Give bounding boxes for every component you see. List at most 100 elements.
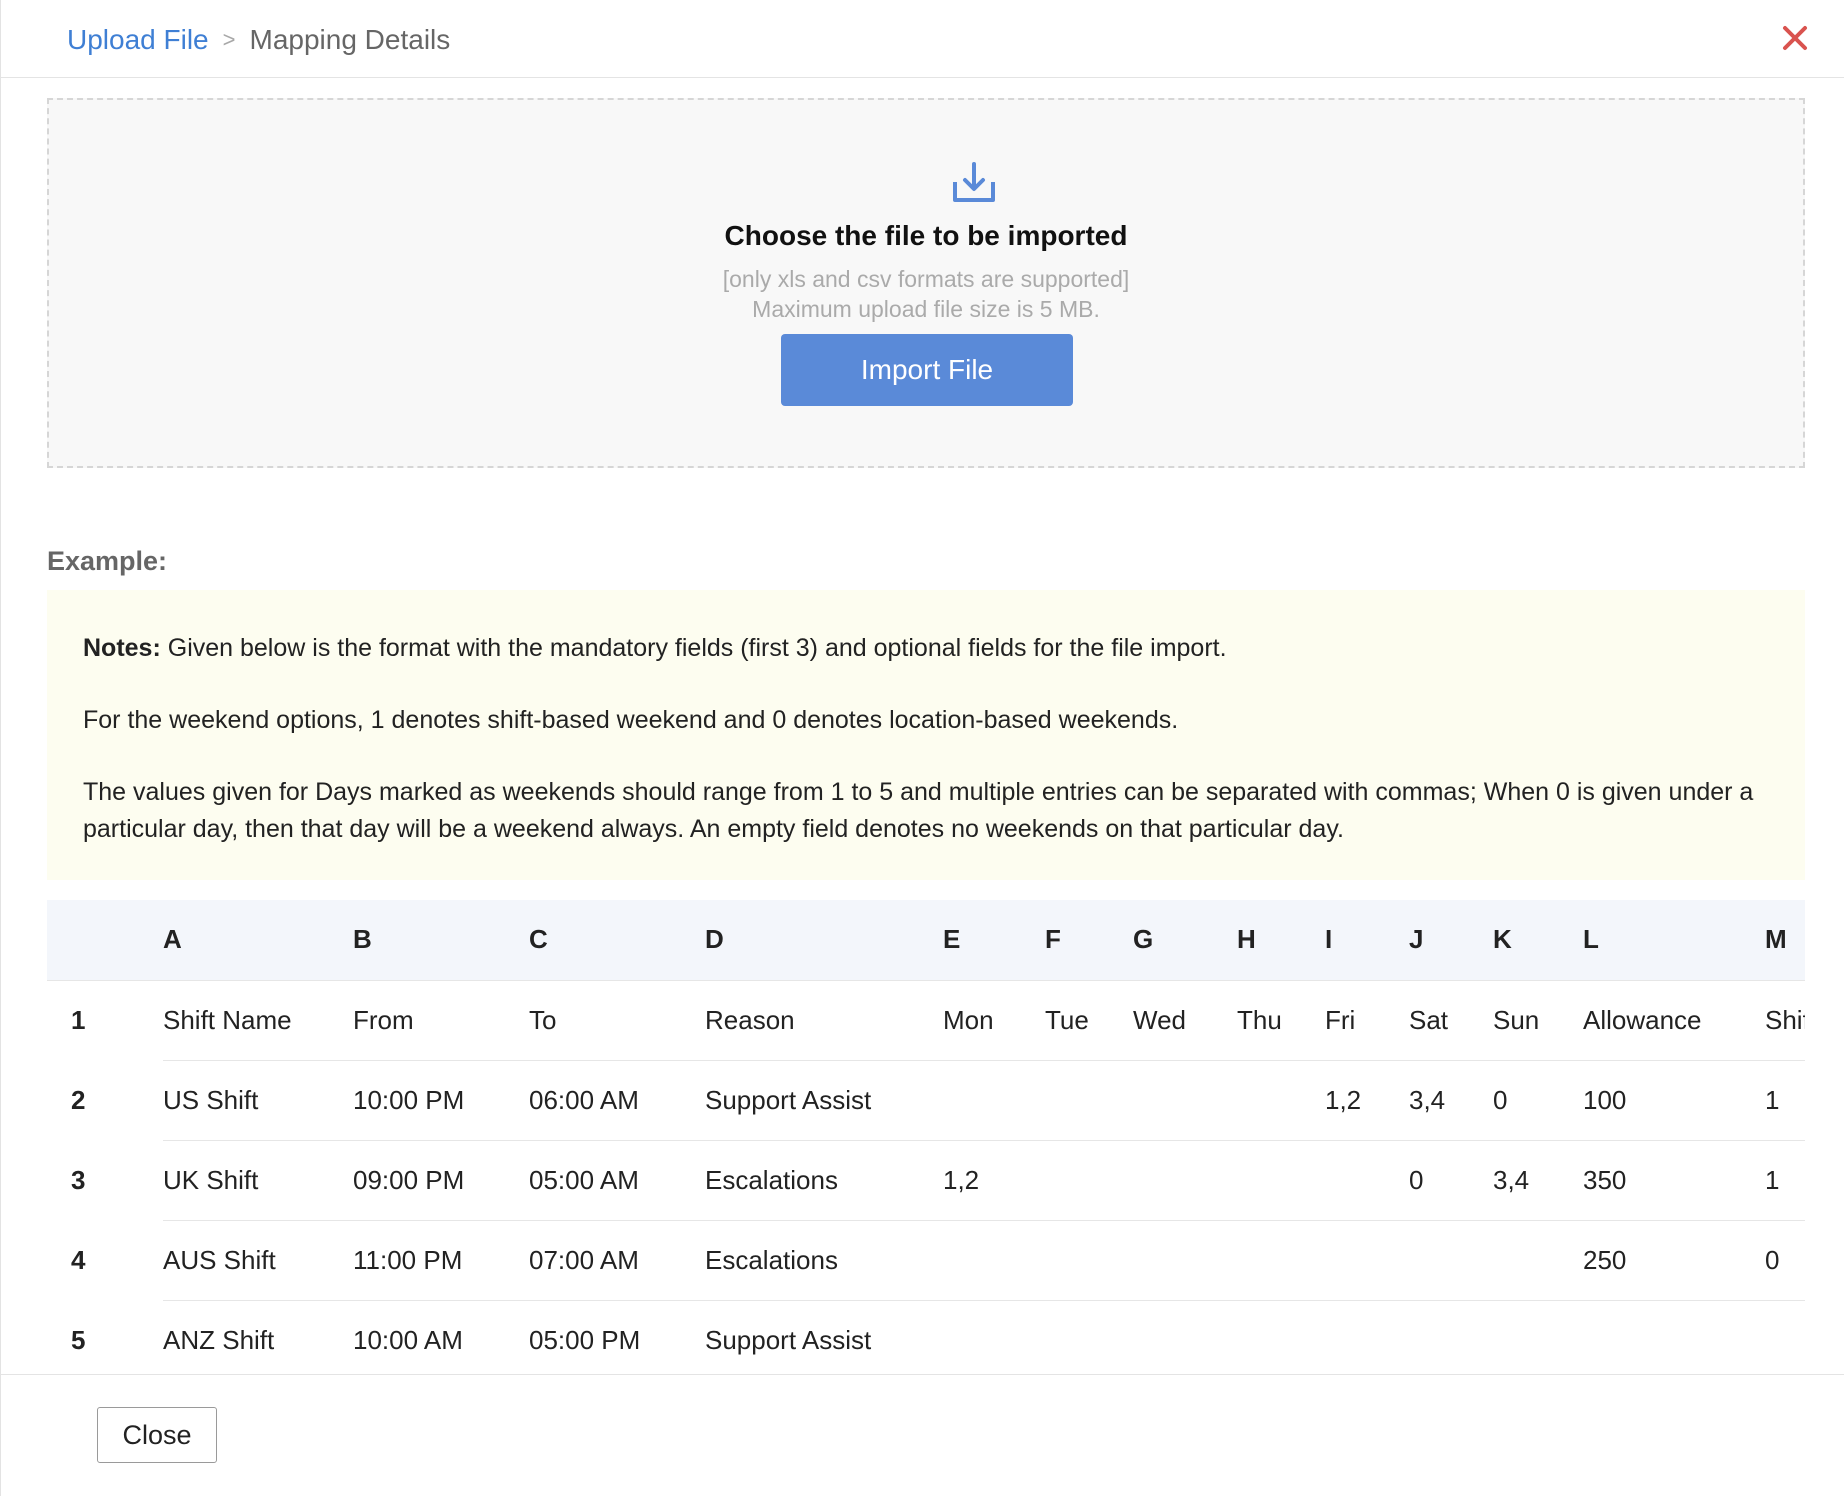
dialog-footer: Close — [1, 1374, 1844, 1496]
table-cell: To — [529, 979, 705, 1060]
table-cell: 07:00 AM — [529, 1219, 705, 1300]
table-cell: Escalations — [705, 1139, 943, 1220]
import-file-button[interactable]: Import File — [781, 334, 1073, 406]
breadcrumb-upload-file-link[interactable]: Upload File — [67, 24, 209, 56]
table-cell — [943, 1219, 1045, 1300]
table-cell — [1133, 1139, 1237, 1220]
table-cell — [1045, 1139, 1133, 1220]
max-size-hint: Maximum upload file size is 5 MB. — [752, 296, 1100, 322]
table-cell: 05:00 AM — [529, 1139, 705, 1220]
table-cell — [1133, 1219, 1237, 1300]
table-cell: UK Shift — [163, 1139, 353, 1220]
dialog-header: Upload File > Mapping Details — [1, 0, 1844, 78]
note-weekend-options: For the weekend options, 1 denotes shift… — [83, 706, 1179, 734]
table-cell: 100 — [1583, 1059, 1765, 1140]
table-cell: Support Assist — [705, 1299, 943, 1374]
table-cell: Thu — [1237, 979, 1325, 1060]
table-cell — [1045, 1299, 1133, 1374]
example-heading: Example: — [47, 546, 168, 576]
column-header: J — [1409, 924, 1424, 955]
row-number: 1 — [47, 979, 163, 1060]
table-cell: Tue — [1045, 979, 1133, 1060]
table-cell — [1133, 1059, 1237, 1140]
example-table-container[interactable]: A B C D E F G H I J K L M 1 Shift Name F… — [47, 900, 1805, 1374]
table-cell: Sat — [1409, 979, 1493, 1060]
row-number: 3 — [71, 1164, 86, 1195]
column-header: L — [1583, 924, 1599, 955]
table-cell: AUS Shift — [163, 1219, 353, 1300]
row-number: 4 — [71, 1244, 86, 1275]
table-cell: 1 — [1765, 1139, 1805, 1220]
note-1-text: Given below is the format with the manda… — [160, 634, 1227, 662]
table-cell — [1237, 1219, 1325, 1300]
table-cell — [1409, 1219, 1493, 1300]
table-row: 1 Shift Name From To Reason Mon Tue Wed … — [47, 979, 1805, 1060]
table-cell — [1325, 1139, 1409, 1220]
row-number: 5 — [71, 1324, 86, 1355]
table-row: 3 UK Shift 09:00 PM 05:00 AM Escalations… — [47, 1139, 1805, 1220]
table-cell: Escalations — [705, 1219, 943, 1300]
table-cell: 0 — [1765, 1219, 1805, 1300]
breadcrumb-separator: > — [222, 27, 236, 52]
file-dropzone[interactable]: Choose the file to be imported [only xls… — [47, 98, 1805, 468]
table-cell: 10:00 AM — [353, 1299, 529, 1374]
mapping-dialog: Upload File > Mapping Details Choose the… — [0, 0, 1844, 1496]
table-cell: 10:00 PM — [353, 1059, 529, 1140]
table-cell — [1237, 1139, 1325, 1220]
note-weekend-days: The values given for Days marked as week… — [83, 778, 1754, 843]
dropzone-title: Choose the file to be imported — [724, 220, 1128, 251]
table-cell — [943, 1059, 1045, 1140]
table-cell: 09:00 PM — [353, 1139, 529, 1220]
table-cell: 1,2 — [943, 1139, 1045, 1220]
column-header: C — [529, 924, 548, 955]
table-row: 2 US Shift 10:00 PM 06:00 AM Support Ass… — [47, 1059, 1805, 1140]
table-cell — [1325, 1299, 1409, 1374]
column-header: H — [1237, 924, 1256, 955]
supported-formats-hint: [only xls and csv formats are supported] — [722, 266, 1130, 292]
table-cell — [1045, 1219, 1133, 1300]
table-cell: Reason — [705, 979, 943, 1060]
table-cell — [1045, 1059, 1133, 1140]
table-cell: 350 — [1583, 1139, 1765, 1220]
table-cell — [943, 1299, 1045, 1374]
table-cell: 1 — [1765, 1059, 1805, 1140]
column-header: A — [163, 924, 182, 955]
table-cell: 3,4 — [1409, 1059, 1493, 1140]
breadcrumb: Upload File > Mapping Details — [67, 18, 450, 62]
table-cell: Fri — [1325, 979, 1409, 1060]
table-cell: Allowance — [1583, 979, 1765, 1060]
table-cell — [1493, 1299, 1583, 1374]
example-table: A B C D E F G H I J K L M 1 Shift Name F… — [47, 900, 1805, 1374]
table-cell: 0 — [1409, 1139, 1493, 1220]
table-row: 5 ANZ Shift 10:00 AM 05:00 PM Support As… — [47, 1299, 1805, 1374]
table-cell — [1765, 1299, 1805, 1374]
table-header-row: A B C D E F G H I J K L M — [47, 900, 1805, 980]
close-x-icon[interactable] — [1775, 18, 1815, 58]
column-header: K — [1493, 924, 1512, 955]
column-header: M — [1765, 924, 1787, 955]
table-cell — [1583, 1299, 1765, 1374]
table-cell — [1325, 1219, 1409, 1300]
column-header — [47, 900, 163, 980]
table-cell: From — [353, 979, 529, 1060]
table-cell: Sun — [1493, 979, 1583, 1060]
row-number: 2 — [71, 1084, 86, 1115]
table-cell: 0 — [1493, 1059, 1583, 1140]
close-button[interactable]: Close — [97, 1407, 217, 1463]
column-header: E — [943, 924, 961, 955]
download-tray-icon — [953, 162, 995, 202]
column-header: F — [1045, 924, 1061, 955]
column-header: I — [1325, 924, 1333, 955]
column-header: B — [353, 924, 372, 955]
notes-panel: Notes: Given below is the format with th… — [47, 590, 1805, 880]
table-cell — [1409, 1299, 1493, 1374]
table-cell: 250 — [1583, 1219, 1765, 1300]
table-cell: 06:00 AM — [529, 1059, 705, 1140]
table-cell: 11:00 PM — [353, 1219, 529, 1300]
breadcrumb-current: Mapping Details — [249, 24, 451, 55]
table-cell: Mon — [943, 979, 1045, 1060]
table-cell: 1,2 — [1325, 1059, 1409, 1140]
table-cell: Support Assist — [705, 1059, 943, 1140]
note-mandatory-fields: Notes: Given below is the format with th… — [83, 630, 1769, 667]
table-cell — [1493, 1219, 1583, 1300]
